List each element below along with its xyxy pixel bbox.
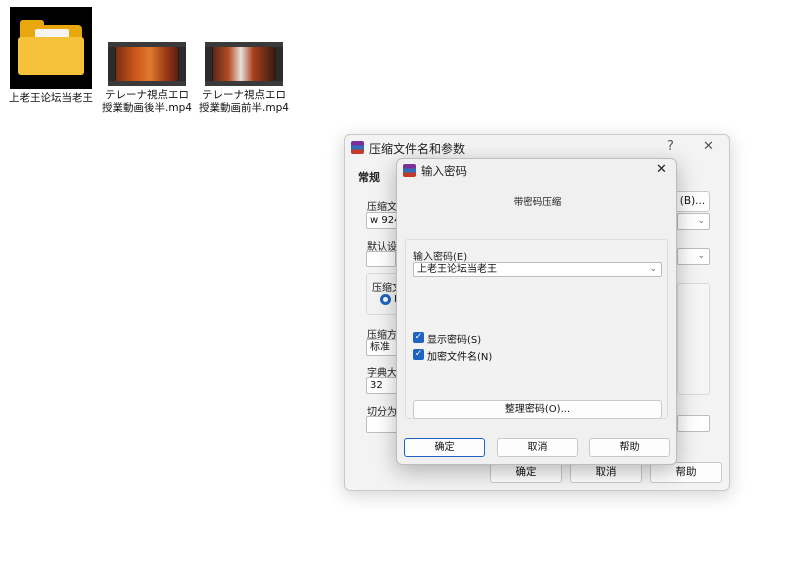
- tab-general[interactable]: 常规: [358, 169, 380, 185]
- desktop-icon-label: テレーナ視点エロ授業動画後半.mp4: [102, 89, 192, 114]
- video-thumbnail-icon: [108, 42, 186, 86]
- compression-method-select[interactable]: 标准: [366, 339, 399, 356]
- show-password-checkbox[interactable]: ✓: [413, 332, 424, 343]
- password-dialog: 输入密码 ✕ 带密码压缩 输入密码(E) 上老王论坛当老王 ⌄ ✓ 显示密码(S…: [396, 158, 677, 465]
- archive-name-dropdown[interactable]: ⌄: [677, 213, 710, 230]
- default-settings-field[interactable]: [366, 251, 396, 267]
- password-input[interactable]: 上老王论坛当老王 ⌄: [413, 262, 662, 277]
- right-side-field[interactable]: [677, 415, 710, 432]
- dialog-title: 输入密码: [421, 164, 467, 178]
- dialog-title: 压缩文件名和参数: [369, 142, 466, 156]
- desktop-icon-label: 上老王论坛当老王: [9, 92, 93, 104]
- help-icon[interactable]: ?: [667, 139, 674, 154]
- desktop-icon-video-1[interactable]: テレーナ視点エロ授業動画後半.mp4: [101, 42, 193, 115]
- chevron-down-icon: ⌄: [697, 251, 705, 261]
- help-button[interactable]: 帮助: [650, 462, 722, 483]
- desktop-icon-video-2[interactable]: テレーナ視点エロ授業動画前半.mp4: [198, 42, 290, 115]
- browse-button[interactable]: (B)...: [675, 191, 710, 212]
- update-mode-dropdown[interactable]: ⌄: [677, 248, 710, 265]
- video-thumbnail-icon: [205, 42, 283, 86]
- chevron-down-icon: ⌄: [649, 264, 657, 274]
- desktop-icon-folder[interactable]: 上老王论坛当老王: [5, 7, 97, 105]
- encrypt-filenames-checkbox[interactable]: ✓: [413, 349, 424, 360]
- ok-button[interactable]: 确定: [490, 462, 562, 483]
- encrypt-filenames-label: 加密文件名(N): [427, 352, 493, 363]
- password-label: 输入密码(E): [413, 252, 468, 263]
- dictionary-size-select[interactable]: 32: [366, 377, 399, 394]
- password-panel: 输入密码(E) 上老王论坛当老王 ⌄ ✓ 显示密码(S) ✓ 加密文件名(N) …: [405, 239, 668, 419]
- title-bar: 压缩文件名和参数 ? ✕: [345, 135, 729, 159]
- format-radio[interactable]: [380, 294, 391, 305]
- winrar-icon: [351, 141, 364, 154]
- folder-icon: [10, 7, 92, 89]
- archive-options-group: [677, 283, 710, 395]
- close-icon[interactable]: ✕: [703, 139, 714, 154]
- winrar-icon: [403, 164, 416, 177]
- ok-button[interactable]: 确定: [404, 438, 485, 457]
- organize-passwords-button[interactable]: 整理密码(O)...: [413, 400, 662, 419]
- help-button[interactable]: 帮助: [589, 438, 670, 457]
- desktop-icon-label: テレーナ視点エロ授業動画前半.mp4: [199, 89, 289, 114]
- cancel-button[interactable]: 取消: [570, 462, 642, 483]
- chevron-down-icon: ⌄: [697, 216, 705, 226]
- close-icon[interactable]: ✕: [656, 162, 667, 177]
- dialog-heading: 带密码压缩: [513, 197, 562, 208]
- show-password-label: 显示密码(S): [427, 335, 482, 346]
- split-volumes-field[interactable]: [366, 416, 399, 433]
- cancel-button[interactable]: 取消: [497, 438, 578, 457]
- archive-name-label: 压缩文: [367, 202, 397, 213]
